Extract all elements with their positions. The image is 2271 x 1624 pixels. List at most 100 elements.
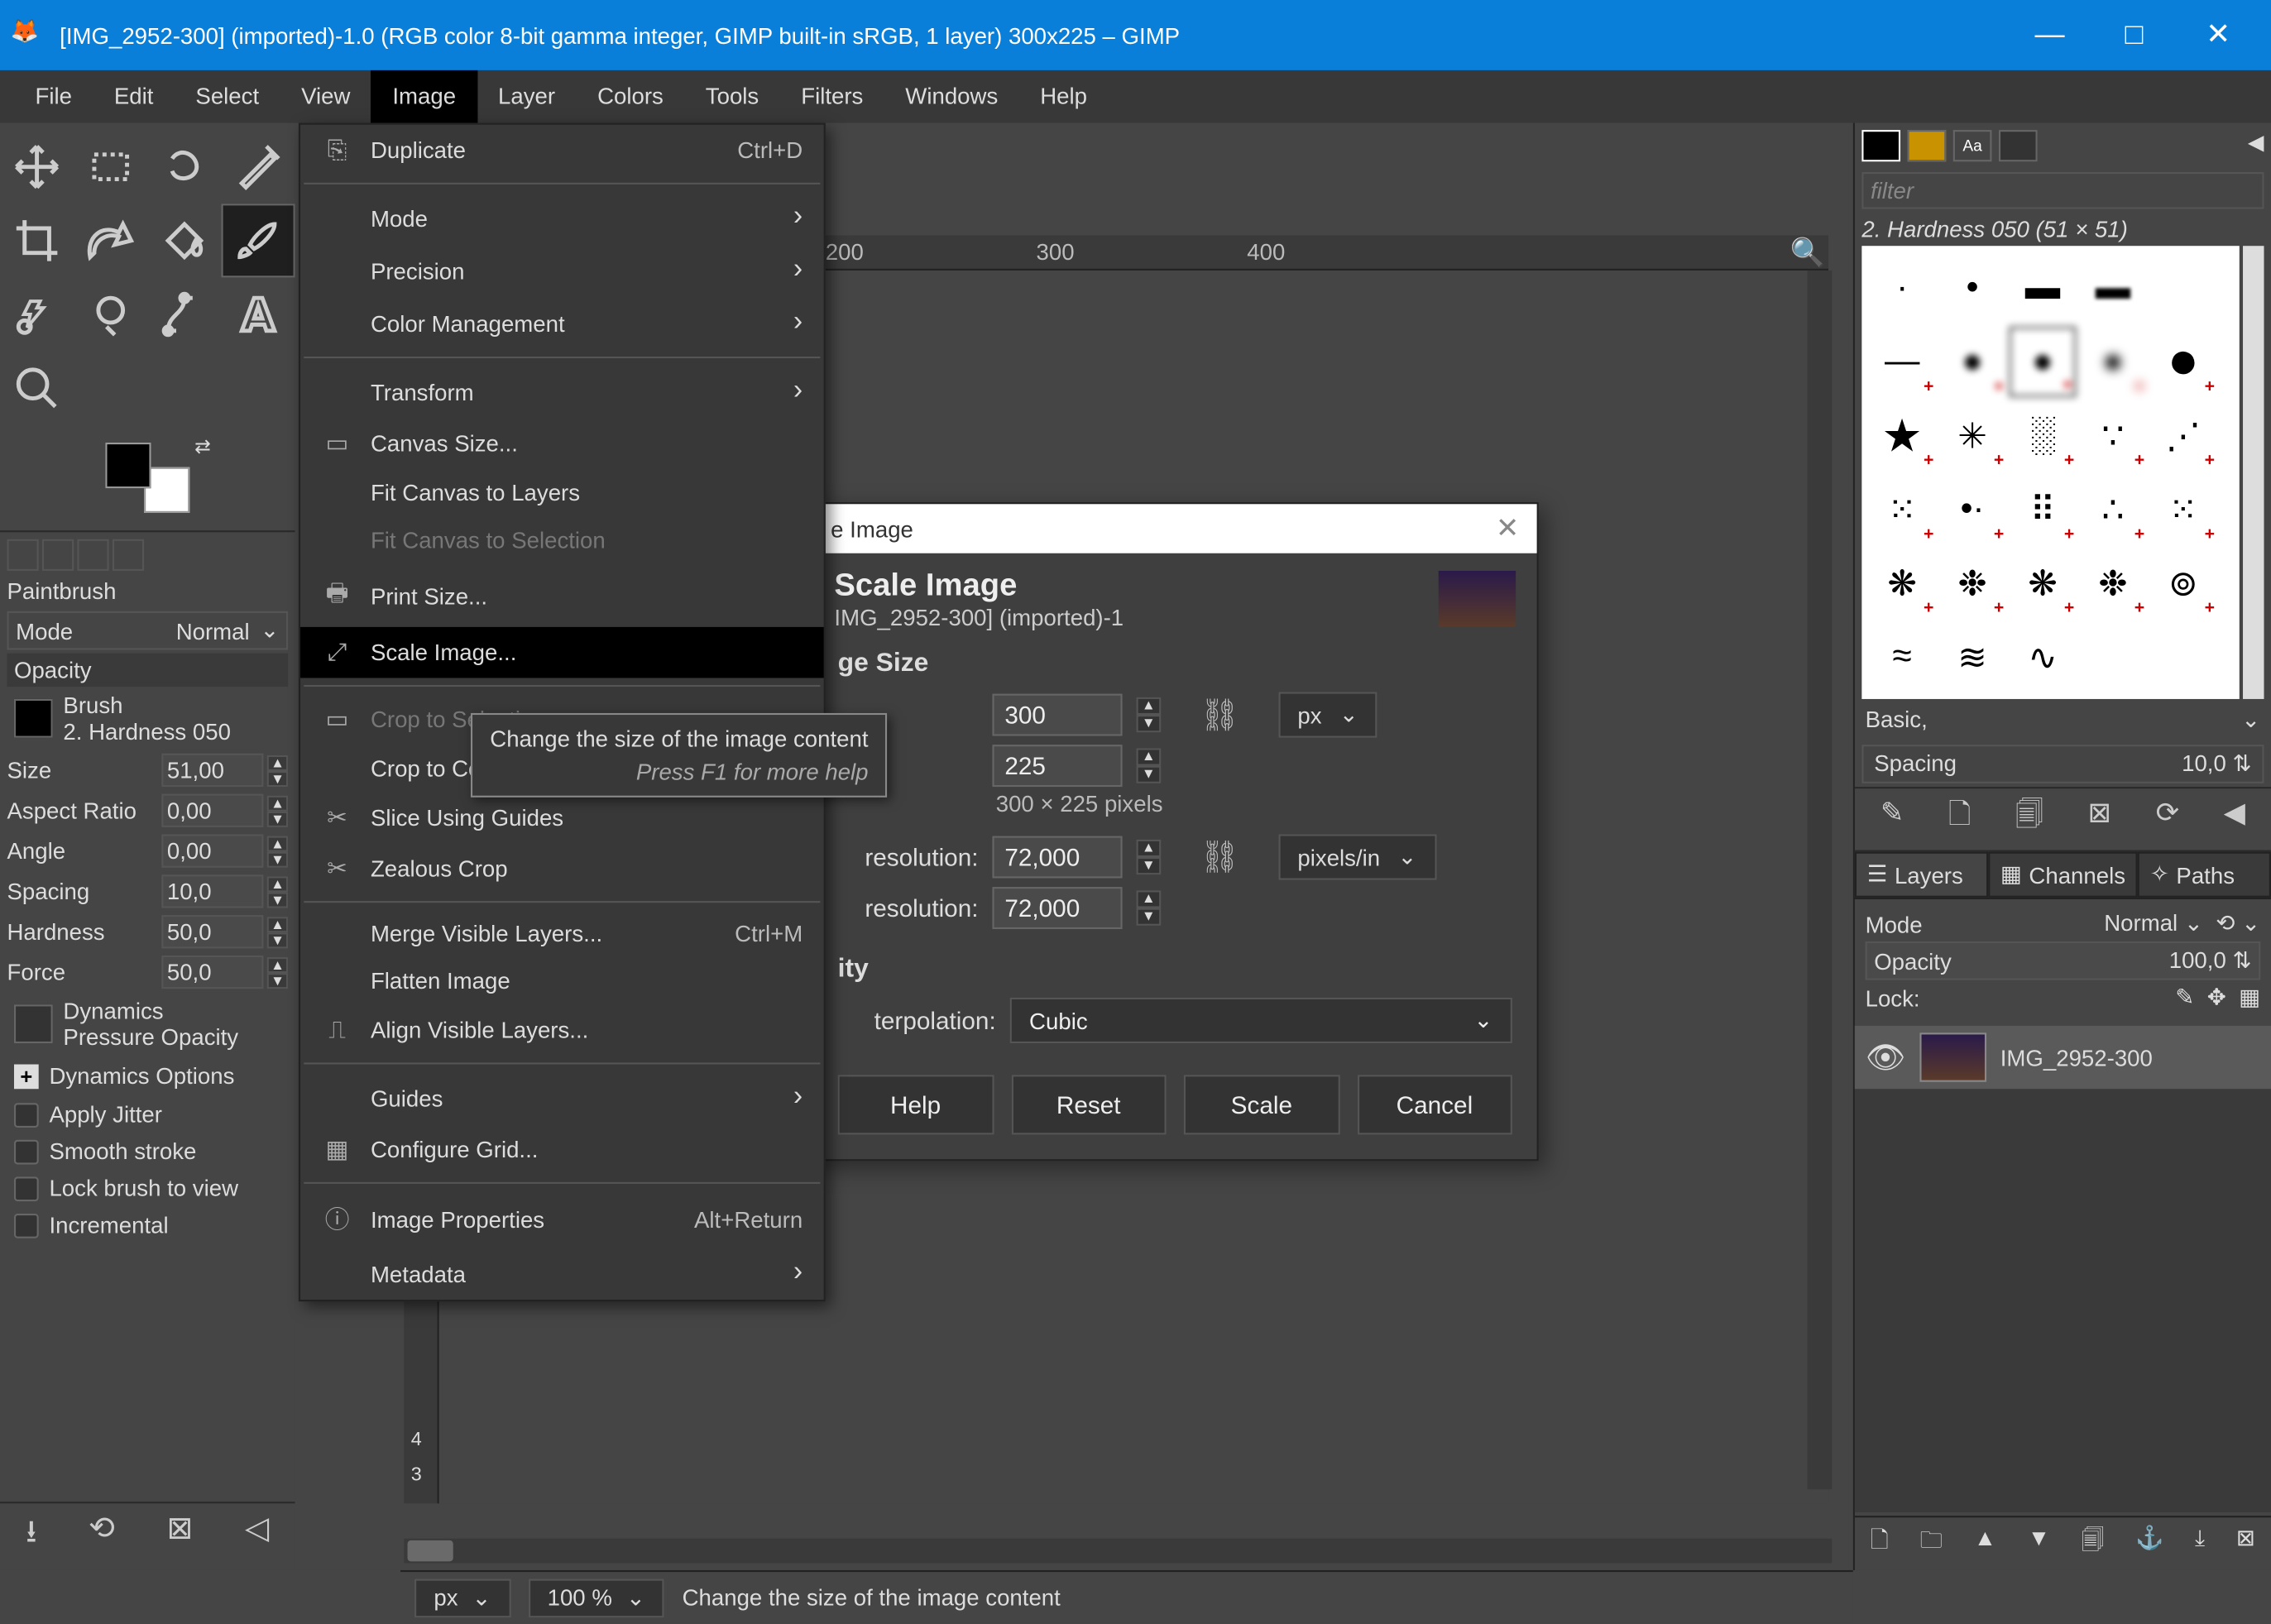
zoom-fit-icon[interactable]: 🔍 [1789, 235, 1824, 270]
menu-item-canvas-size[interactable]: ▭Canvas Size... [300, 418, 824, 469]
tool-options-tabs[interactable] [7, 536, 288, 575]
layer-group-icon[interactable]: 🗀 [1920, 1525, 1943, 1564]
close-button[interactable]: ✕ [2176, 0, 2260, 70]
help-button[interactable]: Help [838, 1075, 994, 1134]
duplicate-brush-icon[interactable]: 🗐 [2015, 796, 2043, 843]
opt-force[interactable]: Force▲▼ [7, 952, 288, 993]
opt-angle[interactable]: Angle▲▼ [7, 831, 288, 871]
menu-item-fit-canvas-to-layers[interactable]: Fit Canvas to Layers [300, 469, 824, 516]
menu-colors[interactable]: Colors [577, 70, 685, 123]
menu-tools[interactable]: Tools [684, 70, 779, 123]
width-input[interactable] [992, 694, 1122, 736]
menu-file[interactable]: File [14, 70, 93, 123]
menu-image[interactable]: Image [371, 70, 477, 123]
check-apply-jitter[interactable]: Apply Jitter [7, 1096, 288, 1133]
tab-layers[interactable]: ☰Layers [1855, 852, 1988, 898]
scrollbar-vertical[interactable] [1808, 271, 1833, 1489]
save-preset-icon[interactable]: ⭳ [26, 1511, 36, 1564]
merge-down-icon[interactable]: ⤓ [2195, 1525, 2205, 1564]
menu-item-slice-using-guides[interactable]: ✂Slice Using Guides [300, 792, 824, 843]
opt-spacing[interactable]: Spacing▲▼ [7, 871, 288, 912]
restore-preset-icon[interactable]: ⟲ [89, 1511, 115, 1564]
crop-tool[interactable] [0, 204, 74, 277]
delete-brush-icon[interactable]: ⊠ [2088, 796, 2111, 843]
opt-aspect-ratio[interactable]: Aspect Ratio▲▼ [7, 790, 288, 831]
menu-select[interactable]: Select [175, 70, 280, 123]
clone-tool[interactable] [0, 277, 74, 351]
opt-size[interactable]: Size▲▼ [7, 750, 288, 791]
menu-layer[interactable]: Layer [477, 70, 577, 123]
menu-item-guides[interactable]: Guides [300, 1071, 824, 1124]
maximize-button[interactable]: □ [2091, 0, 2176, 70]
brush-spacing[interactable]: Spacing 10,0 ⇅ [1861, 745, 2264, 783]
interpolation-select[interactable]: Cubic ⌄ [1010, 998, 1512, 1043]
cancel-button[interactable]: Cancel [1357, 1075, 1512, 1134]
size-unit-select[interactable]: px⌄ [1278, 692, 1377, 737]
menu-item-align-visible-layers[interactable]: ⎍Align Visible Layers... [300, 1004, 824, 1056]
dynamics-selector[interactable]: Dynamics Pressure Opacity [7, 992, 288, 1055]
dock-menu-icon[interactable]: ◀ [2248, 130, 2264, 161]
menu-item-duplicate[interactable]: ⎘DuplicateCtrl+D [300, 125, 824, 176]
chain-link-icon[interactable]: ⛓ [1200, 839, 1240, 876]
smudge-tool[interactable] [74, 277, 147, 351]
zoom-tool[interactable] [0, 352, 74, 425]
menu-item-merge-visible-layers[interactable]: Merge Visible Layers...Ctrl+M [300, 910, 824, 957]
menu-edit[interactable]: Edit [93, 70, 175, 123]
menu-item-metadata[interactable]: Metadata [300, 1247, 824, 1300]
width-spinner[interactable]: ▲▼ [1137, 697, 1162, 732]
unit-select[interactable]: px⌄ [414, 1578, 510, 1617]
tab-channels[interactable]: ▦Channels [1988, 852, 2138, 898]
height-spinner[interactable]: ▲▼ [1137, 748, 1162, 783]
menu-item-zealous-crop[interactable]: ✂Zealous Crop [300, 843, 824, 894]
free-select-tool[interactable] [147, 130, 221, 204]
height-input[interactable] [992, 745, 1122, 787]
duplicate-layer-icon[interactable]: 🗐 [2082, 1525, 2105, 1564]
check-incremental[interactable]: Incremental [7, 1206, 288, 1243]
menu-item-configure-grid[interactable]: ▦Configure Grid... [300, 1124, 824, 1176]
path-tool[interactable] [147, 277, 221, 351]
brush-filter-input[interactable]: filter [1861, 172, 2264, 209]
menu-view[interactable]: View [280, 70, 371, 123]
text-tool[interactable] [221, 277, 295, 351]
res-unit-select[interactable]: pixels/in⌄ [1278, 834, 1436, 879]
layer-item[interactable]: 👁 IMG_2952-300 [1855, 1026, 2271, 1089]
layer-mode-select[interactable]: Normal ⌄ ⟲ ⌄ [2104, 910, 2260, 938]
visibility-toggle[interactable]: 👁 [1866, 1039, 1906, 1076]
yres-spinner[interactable]: ▲▼ [1137, 890, 1162, 925]
menu-item-flatten-image[interactable]: Flatten Image [300, 957, 824, 1004]
transform-tool[interactable] [74, 204, 147, 277]
rect-select-tool[interactable] [74, 130, 147, 204]
yres-input[interactable] [992, 887, 1122, 929]
scrollbar-horizontal[interactable] [404, 1539, 1832, 1564]
tab-paths[interactable]: ✧Paths [2138, 852, 2271, 898]
check-lock-brush-to-view[interactable]: Lock brush to view [7, 1170, 288, 1207]
scale-button[interactable]: Scale [1184, 1075, 1339, 1134]
delete-layer-icon[interactable]: ⊠ [2236, 1525, 2255, 1564]
menu-item-precision[interactable]: Precision [300, 244, 824, 297]
brush-menu-icon[interactable]: ◀ [2224, 796, 2245, 843]
brush-scrollbar[interactable] [2243, 246, 2264, 699]
new-brush-icon[interactable]: 🗋 [1948, 796, 1971, 843]
lower-layer-icon[interactable]: ▼ [2028, 1525, 2050, 1564]
menu-item-print-size[interactable]: 🖶Print Size... [300, 563, 824, 626]
zoom-select[interactable]: 100 %⌄ [528, 1578, 664, 1617]
menu-item-transform[interactable]: Transform [300, 366, 824, 419]
new-layer-icon[interactable]: 🗋 [1871, 1525, 1889, 1564]
menu-item-mode[interactable]: Mode [300, 191, 824, 244]
layer-opacity[interactable]: 100,0 ⇅ [2169, 946, 2252, 975]
minimize-button[interactable]: — [2008, 0, 2092, 70]
brush-grid[interactable]: ·•▬▬ —+●+●+●+●+ ★+✳+░+∵+⋰+ ⁙+•·+⠿+∴+⁙+ ❋… [1861, 246, 2239, 699]
brush-preset-select[interactable]: Basic,⌄ [1855, 699, 2271, 741]
xres-input[interactable] [992, 836, 1122, 879]
menu-help[interactable]: Help [1019, 70, 1109, 123]
dialog-titlebar[interactable]: e Image ✕ [813, 504, 1537, 553]
menu-filters[interactable]: Filters [780, 70, 884, 123]
dialog-close-icon[interactable]: ✕ [1496, 511, 1519, 546]
reset-tool-icon[interactable]: ◁ [245, 1511, 269, 1564]
menu-item-color-management[interactable]: Color Management [300, 297, 824, 350]
refresh-brushes-icon[interactable]: ⟳ [2156, 796, 2179, 843]
opt-hardness[interactable]: Hardness▲▼ [7, 912, 288, 952]
swap-colors-icon[interactable]: ⇄ [194, 435, 211, 458]
chain-link-icon[interactable]: ⛓ [1200, 697, 1240, 734]
anchor-layer-icon[interactable]: ⚓ [2135, 1525, 2163, 1564]
